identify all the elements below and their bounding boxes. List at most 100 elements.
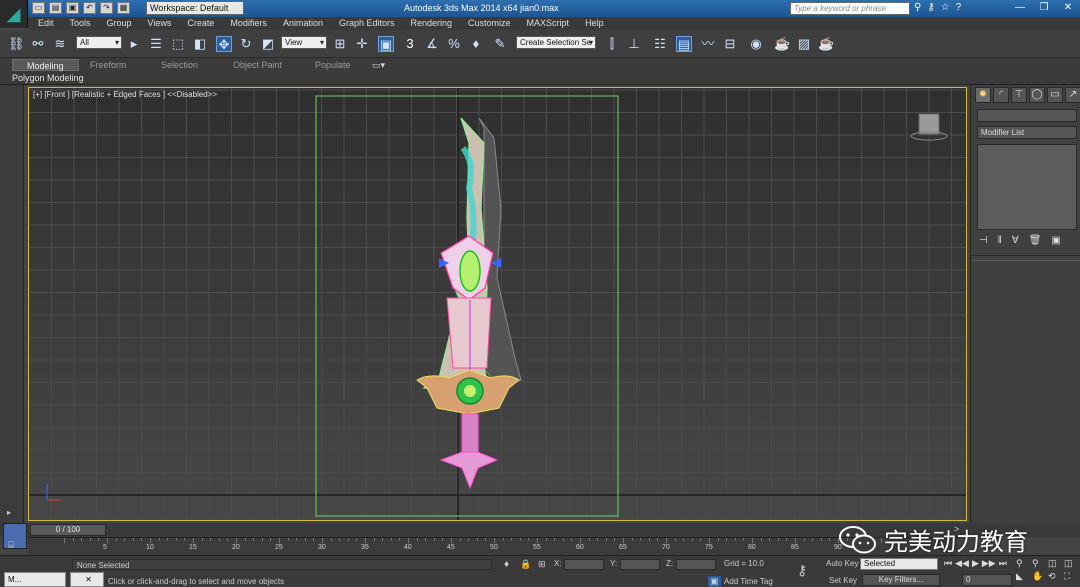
menu-animation[interactable]: Animation [283, 17, 323, 30]
menu-rendering[interactable]: Rendering [411, 17, 453, 30]
current-frame-field[interactable]: 0 [962, 574, 1012, 586]
window-crossing-icon[interactable]: ◧ [192, 36, 208, 52]
display-tab-icon[interactable]: ▭ [1047, 87, 1063, 103]
help-icon[interactable]: ? [956, 2, 962, 13]
select-and-rotate-icon[interactable]: ↻ [238, 36, 254, 52]
angle-snap-icon[interactable]: ∡ [424, 36, 440, 52]
zoom-all-icon[interactable]: ⚲ [1032, 558, 1046, 569]
menu-create[interactable]: Create [187, 17, 214, 30]
binoculars-icon[interactable]: ⚲ [914, 2, 921, 13]
menu-edit[interactable]: Edit [38, 17, 54, 30]
pivot-center-icon[interactable]: ⊞ [332, 36, 348, 52]
select-and-move-icon[interactable]: ✥ [216, 36, 232, 52]
make-unique-icon[interactable]: ∀ [1012, 235, 1019, 246]
project-folder-icon[interactable]: ▦ [117, 2, 130, 14]
taskbar-maxscript-button[interactable]: M... [4, 572, 66, 587]
restore-icon[interactable]: ❐ [1032, 0, 1056, 17]
orbit-icon[interactable]: ⟲ [1048, 571, 1062, 582]
hierarchy-tab-icon[interactable]: ⊤ [1011, 87, 1027, 103]
render-setup-icon[interactable]: ☕ [774, 36, 790, 52]
undo-icon[interactable]: ↶ [83, 2, 96, 14]
tab-modeling[interactable]: Modeling [12, 59, 79, 71]
modifier-stack[interactable] [977, 144, 1077, 230]
key-filters-button[interactable]: Key Filters... [862, 574, 940, 586]
material-editor-icon[interactable]: ◉ [748, 36, 764, 52]
redo-icon[interactable]: ↷ [100, 2, 113, 14]
modifier-list-dropdown[interactable]: Modifier List [977, 126, 1077, 139]
next-frame-icon[interactable]: ▶▶ [982, 558, 996, 569]
reference-coordinate-dropdown[interactable]: View [281, 36, 327, 49]
zoom-extents-all-icon[interactable]: ◫ [1064, 558, 1078, 569]
new-file-icon[interactable]: ▭ [32, 2, 45, 14]
select-by-name-icon[interactable]: ☰ [148, 36, 164, 52]
select-and-link-icon[interactable]: ⛓ [8, 36, 25, 52]
selection-lock-icon[interactable]: ♦ [504, 559, 509, 570]
key-icon[interactable]: ⚷ [927, 2, 934, 13]
selection-filter-dropdown[interactable]: All [76, 36, 122, 49]
tab-selection[interactable]: Selection [161, 59, 198, 71]
close-icon[interactable]: ✕ [1056, 0, 1080, 17]
track-bar-toggle-icon[interactable]: ⌸ [8, 540, 22, 552]
time-slider-thumb[interactable]: 0 / 100 [30, 524, 106, 536]
remove-modifier-icon[interactable]: 🗑 [1029, 235, 1042, 246]
save-file-icon[interactable]: ▣ [66, 2, 79, 14]
expand-arrow-icon[interactable]: ▸ [7, 508, 11, 517]
render-production-icon[interactable]: ☕ [818, 36, 834, 52]
rendered-frame-window-icon[interactable]: ▨ [796, 36, 812, 52]
spinner-snap-icon[interactable]: ♦ [468, 36, 484, 52]
graphite-toolbox-icon[interactable]: ▤ [676, 36, 692, 52]
tab-populate[interactable]: Populate [315, 59, 351, 71]
star-icon[interactable]: ☆ [941, 2, 950, 13]
ribbon-panel-title[interactable]: Polygon Modeling [12, 73, 84, 83]
edit-named-selection-icon[interactable]: ✎ [492, 36, 508, 52]
menu-customize[interactable]: Customize [468, 17, 511, 30]
zoom-extents-icon[interactable]: ◫ [1048, 558, 1062, 569]
maximize-viewport-icon[interactable]: ⛶ [1064, 571, 1078, 582]
key-set-dropdown[interactable]: Selected [860, 558, 938, 570]
modify-tab-icon[interactable]: ◜ [993, 87, 1009, 103]
track-bar[interactable]: 5 10 15 20 25 30 35 40 45 50 55 60 65 70 75 80 85 90 [28, 537, 958, 555]
workspace-dropdown[interactable]: Workspace: Default [146, 1, 244, 15]
menu-views[interactable]: Views [148, 17, 172, 30]
menu-modifiers[interactable]: Modifiers [230, 17, 267, 30]
motion-tab-icon[interactable]: ◯ [1029, 87, 1045, 103]
time-tag-icon[interactable]: ▣ [708, 576, 721, 587]
front-viewport[interactable]: [+] [Front ] [Realistic + Edged Faces ] … [28, 87, 967, 521]
percent-snap-icon[interactable]: % [446, 36, 462, 52]
taskbar-close-button[interactable]: ✕ [70, 572, 104, 587]
go-to-start-icon[interactable]: ⏮ [944, 558, 952, 569]
set-key-icon[interactable]: ⚷ [797, 562, 807, 579]
ribbon-options-icon[interactable]: ▭▾ [372, 59, 385, 71]
minimize-icon[interactable]: — [1008, 0, 1032, 17]
menu-graph-editors[interactable]: Graph Editors [339, 17, 395, 30]
tab-freeform[interactable]: Freeform [90, 59, 127, 71]
y-coordinate-field[interactable] [620, 559, 660, 570]
align-icon[interactable]: ⊥ [626, 36, 642, 52]
utilities-tab-icon[interactable]: ↗ [1065, 87, 1080, 103]
z-coordinate-field[interactable] [676, 559, 716, 570]
create-tab-icon[interactable]: ✹ [975, 87, 991, 103]
curve-editor-icon[interactable]: 〰 [700, 36, 716, 52]
lock-icon[interactable]: 🔒 [520, 559, 531, 570]
open-file-icon[interactable]: ▤ [49, 2, 62, 14]
configure-sets-icon[interactable]: ▣ [1051, 235, 1060, 246]
select-and-manipulate-icon[interactable]: ✛ [354, 36, 370, 52]
viewcube-icon[interactable] [909, 110, 949, 142]
x-coordinate-field[interactable] [564, 559, 604, 570]
menu-tools[interactable]: Tools [70, 17, 91, 30]
menu-group[interactable]: Group [107, 17, 132, 30]
layer-manager-icon[interactable]: ☷ [652, 36, 668, 52]
named-selection-dropdown[interactable]: Create Selection Se [516, 36, 596, 49]
snaps-toggle-icon[interactable]: 3 [402, 36, 418, 52]
field-of-view-icon[interactable]: ◣ [1016, 571, 1030, 582]
auto-key-button[interactable]: Auto Key [826, 559, 858, 568]
sword-model[interactable] [416, 117, 522, 490]
keyboard-shortcut-override-icon[interactable]: ▣ [378, 36, 394, 52]
go-to-end-icon[interactable]: ⏭ [999, 558, 1007, 569]
select-and-scale-icon[interactable]: ◩ [260, 36, 276, 52]
play-icon[interactable]: ▶ [972, 558, 979, 569]
viewport-label[interactable]: [+] [Front ] [Realistic + Edged Faces ] … [33, 90, 217, 99]
unlink-icon[interactable]: ⚯ [30, 36, 46, 52]
set-key-button[interactable]: Set Key [829, 576, 857, 585]
mirror-icon[interactable]: ⫿ [604, 36, 620, 52]
